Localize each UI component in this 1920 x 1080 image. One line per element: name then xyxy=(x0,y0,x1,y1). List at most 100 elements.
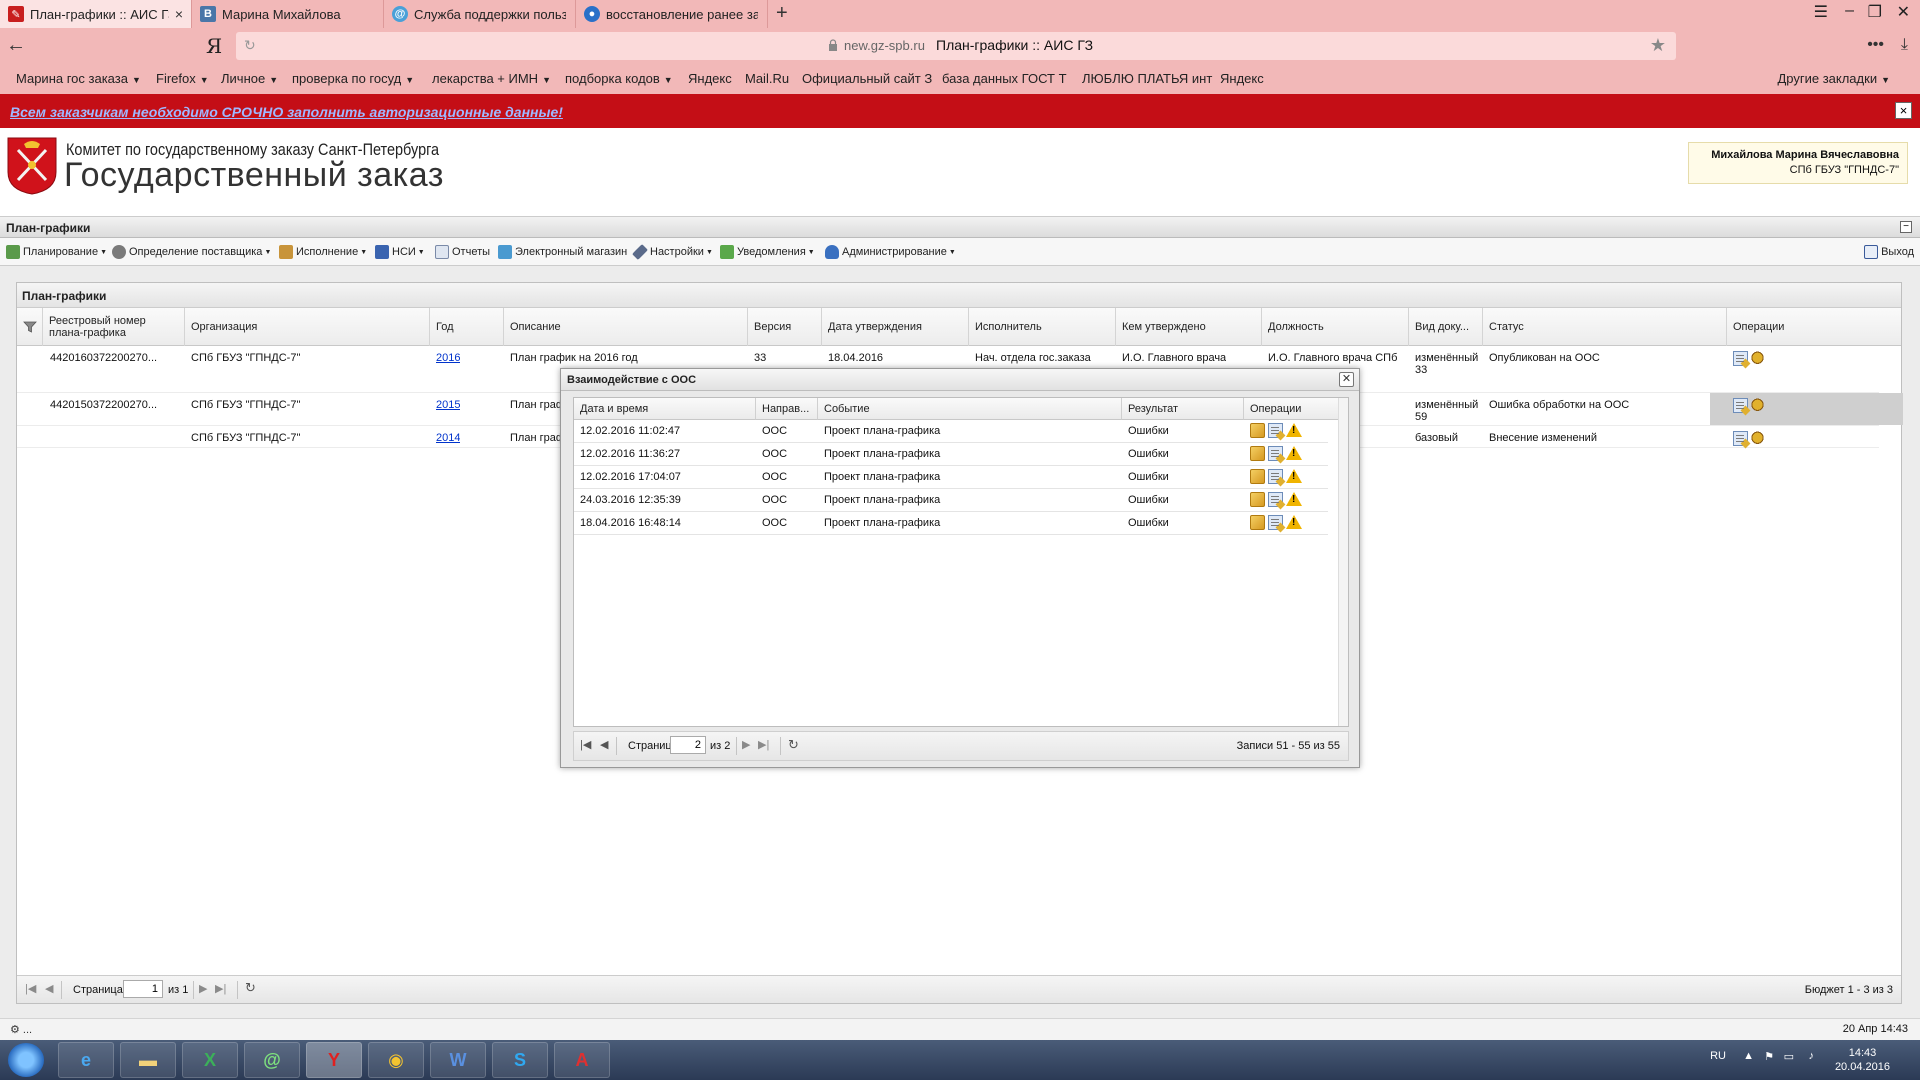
menu-icon[interactable]: ☰ xyxy=(1814,2,1828,22)
bookmark-item[interactable]: Личное ▼ xyxy=(221,71,278,86)
eagle-emblem-icon[interactable] xyxy=(1750,398,1765,413)
prev-page-icon[interactable]: ◀ xyxy=(45,982,53,995)
menu-notifications[interactable]: Уведомления ▼ xyxy=(720,245,815,259)
col-operations[interactable]: Операции xyxy=(1727,308,1903,346)
col-organization[interactable]: Организация xyxy=(185,308,430,346)
minimize-icon[interactable]: – xyxy=(1845,2,1854,20)
col-year[interactable]: Год xyxy=(430,308,504,346)
refresh-icon[interactable]: ↻ xyxy=(245,980,256,996)
close-window-icon[interactable]: ✕ xyxy=(1897,2,1910,22)
col-dialog-operations[interactable]: Операции xyxy=(1244,398,1340,420)
warning-icon[interactable] xyxy=(1286,515,1302,529)
language-indicator[interactable]: RU xyxy=(1710,1050,1726,1062)
menu-supplier[interactable]: Определение поставщика ▼ xyxy=(112,245,271,259)
col-position[interactable]: Должность xyxy=(1262,308,1409,346)
warning-icon[interactable] xyxy=(1286,423,1302,437)
bookmark-item[interactable]: Яндекс xyxy=(1220,71,1264,86)
user-info-box[interactable]: Михайлова Марина Вячеславовна СПб ГБУЗ "… xyxy=(1688,142,1908,184)
year-link[interactable]: 2015 xyxy=(436,399,460,411)
page-number-input[interactable] xyxy=(123,980,163,998)
alert-close-button[interactable]: × xyxy=(1895,102,1912,119)
menu-eshop[interactable]: Электронный магазин xyxy=(498,245,627,259)
col-doc-type[interactable]: Вид доку... xyxy=(1409,308,1483,346)
menu-settings[interactable]: Настройки ▼ xyxy=(632,244,713,260)
bookmark-item[interactable]: лекарства + ИМН ▼ xyxy=(432,71,551,86)
page-number-input[interactable] xyxy=(670,736,706,754)
table-row[interactable]: 24.03.2016 12:35:39 ООС Проект плана-гра… xyxy=(574,489,1328,512)
collapse-icon[interactable]: − xyxy=(1900,221,1912,233)
browser-tab-1[interactable]: ✎ План-графики :: АИС ГЗ × xyxy=(0,0,192,28)
other-bookmarks[interactable]: Другие закладки ▼ xyxy=(1777,71,1890,86)
browser-tab-3[interactable]: @ Служба поддержки пользов xyxy=(384,0,576,28)
browser-tab-4[interactable]: ● восстановление ранее закрь xyxy=(576,0,768,28)
bookmark-item[interactable]: Марина гос заказа ▼ xyxy=(16,71,141,86)
table-row[interactable]: 18.04.2016 16:48:14 ООС Проект плана-гра… xyxy=(574,512,1328,535)
col-executor[interactable]: Исполнитель xyxy=(969,308,1116,346)
filter-column[interactable] xyxy=(17,308,43,346)
document-icon[interactable] xyxy=(1733,398,1748,413)
bookmark-item[interactable]: Яндекс xyxy=(688,71,732,86)
first-page-icon[interactable]: |◀ xyxy=(580,738,591,751)
warning-icon[interactable] xyxy=(1286,469,1302,483)
bookmark-item[interactable]: ЛЮБЛЮ ПЛАТЬЯ инт xyxy=(1082,71,1212,86)
acrobat-icon[interactable]: A xyxy=(554,1042,610,1078)
bookmark-item[interactable]: Официальный сайт З xyxy=(802,71,932,86)
dialog-header[interactable]: Взаимодействие с ООС ✕ xyxy=(561,369,1359,391)
clock[interactable]: 14:43 20.04.2016 xyxy=(1835,1046,1890,1074)
package-icon[interactable] xyxy=(1250,492,1265,507)
browser-tab-2[interactable]: B Марина Михайлова xyxy=(192,0,384,28)
bookmark-item[interactable]: база данных ГОСТ Т xyxy=(942,71,1067,86)
menu-nsi[interactable]: НСИ ▼ xyxy=(375,245,425,259)
bookmark-star-icon[interactable]: ★ xyxy=(1650,35,1666,56)
col-description[interactable]: Описание xyxy=(504,308,748,346)
table-row[interactable]: 12.02.2016 17:04:07 ООС Проект плана-гра… xyxy=(574,466,1328,489)
menu-admin[interactable]: Администрирование ▼ xyxy=(825,245,956,259)
excel-icon[interactable]: X xyxy=(182,1042,238,1078)
col-reg-number[interactable]: Реестровый номер плана-графика xyxy=(43,308,185,346)
address-field[interactable]: ↻ new.gz-spb.ru План-графики :: АИС ГЗ ★ xyxy=(236,32,1676,60)
network-icon[interactable]: ▭ xyxy=(1784,1050,1794,1063)
document-icon[interactable] xyxy=(1268,423,1283,438)
refresh-icon[interactable]: ↻ xyxy=(788,737,799,753)
word-icon[interactable]: W xyxy=(430,1042,486,1078)
col-event[interactable]: Событие xyxy=(818,398,1122,420)
warning-icon[interactable] xyxy=(1286,446,1302,460)
yandex-browser-icon[interactable]: Y xyxy=(306,1042,362,1078)
bookmark-item[interactable]: подборка кодов ▼ xyxy=(565,71,673,86)
last-page-icon[interactable]: ▶| xyxy=(758,738,769,751)
close-tab-icon[interactable]: × xyxy=(175,6,183,22)
document-icon[interactable] xyxy=(1268,515,1283,530)
bookmark-item[interactable]: Mail.Ru xyxy=(745,71,789,86)
col-approved-by[interactable]: Кем утверждено xyxy=(1116,308,1262,346)
yandex-logo[interactable]: Я xyxy=(206,34,222,58)
first-page-icon[interactable]: |◀ xyxy=(25,982,36,995)
package-icon[interactable] xyxy=(1250,423,1265,438)
next-page-icon[interactable]: ▶ xyxy=(742,738,750,751)
package-icon[interactable] xyxy=(1250,515,1265,530)
document-icon[interactable] xyxy=(1733,431,1748,446)
prev-page-icon[interactable]: ◀ xyxy=(600,738,608,751)
col-datetime[interactable]: Дата и время xyxy=(574,398,756,420)
bookmark-item[interactable]: Firefox ▼ xyxy=(156,71,209,86)
flag-icon[interactable]: ⚑ xyxy=(1764,1050,1774,1063)
year-link[interactable]: 2014 xyxy=(436,432,460,444)
eagle-emblem-icon[interactable] xyxy=(1750,431,1765,446)
table-row[interactable]: 12.02.2016 11:02:47 ООС Проект плана-гра… xyxy=(574,420,1328,443)
restore-icon[interactable]: ❐ xyxy=(1868,2,1882,22)
downloads-icon[interactable]: ⤓ xyxy=(1901,36,1908,54)
menu-planning[interactable]: Планирование ▼ xyxy=(6,245,107,259)
bookmark-item[interactable]: проверка по госуд ▼ xyxy=(292,71,414,86)
document-icon[interactable] xyxy=(1268,492,1283,507)
col-version[interactable]: Версия xyxy=(748,308,822,346)
reload-icon[interactable]: ↻ xyxy=(244,37,256,54)
alert-link[interactable]: Всем заказчикам необходимо СРОЧНО заполн… xyxy=(10,104,563,120)
next-page-icon[interactable]: ▶ xyxy=(199,982,207,995)
document-icon[interactable] xyxy=(1733,351,1748,366)
mail-agent-icon[interactable]: @ xyxy=(244,1042,300,1078)
col-approval-date[interactable]: Дата утверждения xyxy=(822,308,969,346)
warning-icon[interactable] xyxy=(1286,492,1302,506)
exit-button[interactable]: Выход xyxy=(1864,245,1914,259)
start-button[interactable] xyxy=(8,1043,44,1077)
year-link[interactable]: 2016 xyxy=(436,352,460,364)
skype-icon[interactable]: S xyxy=(492,1042,548,1078)
